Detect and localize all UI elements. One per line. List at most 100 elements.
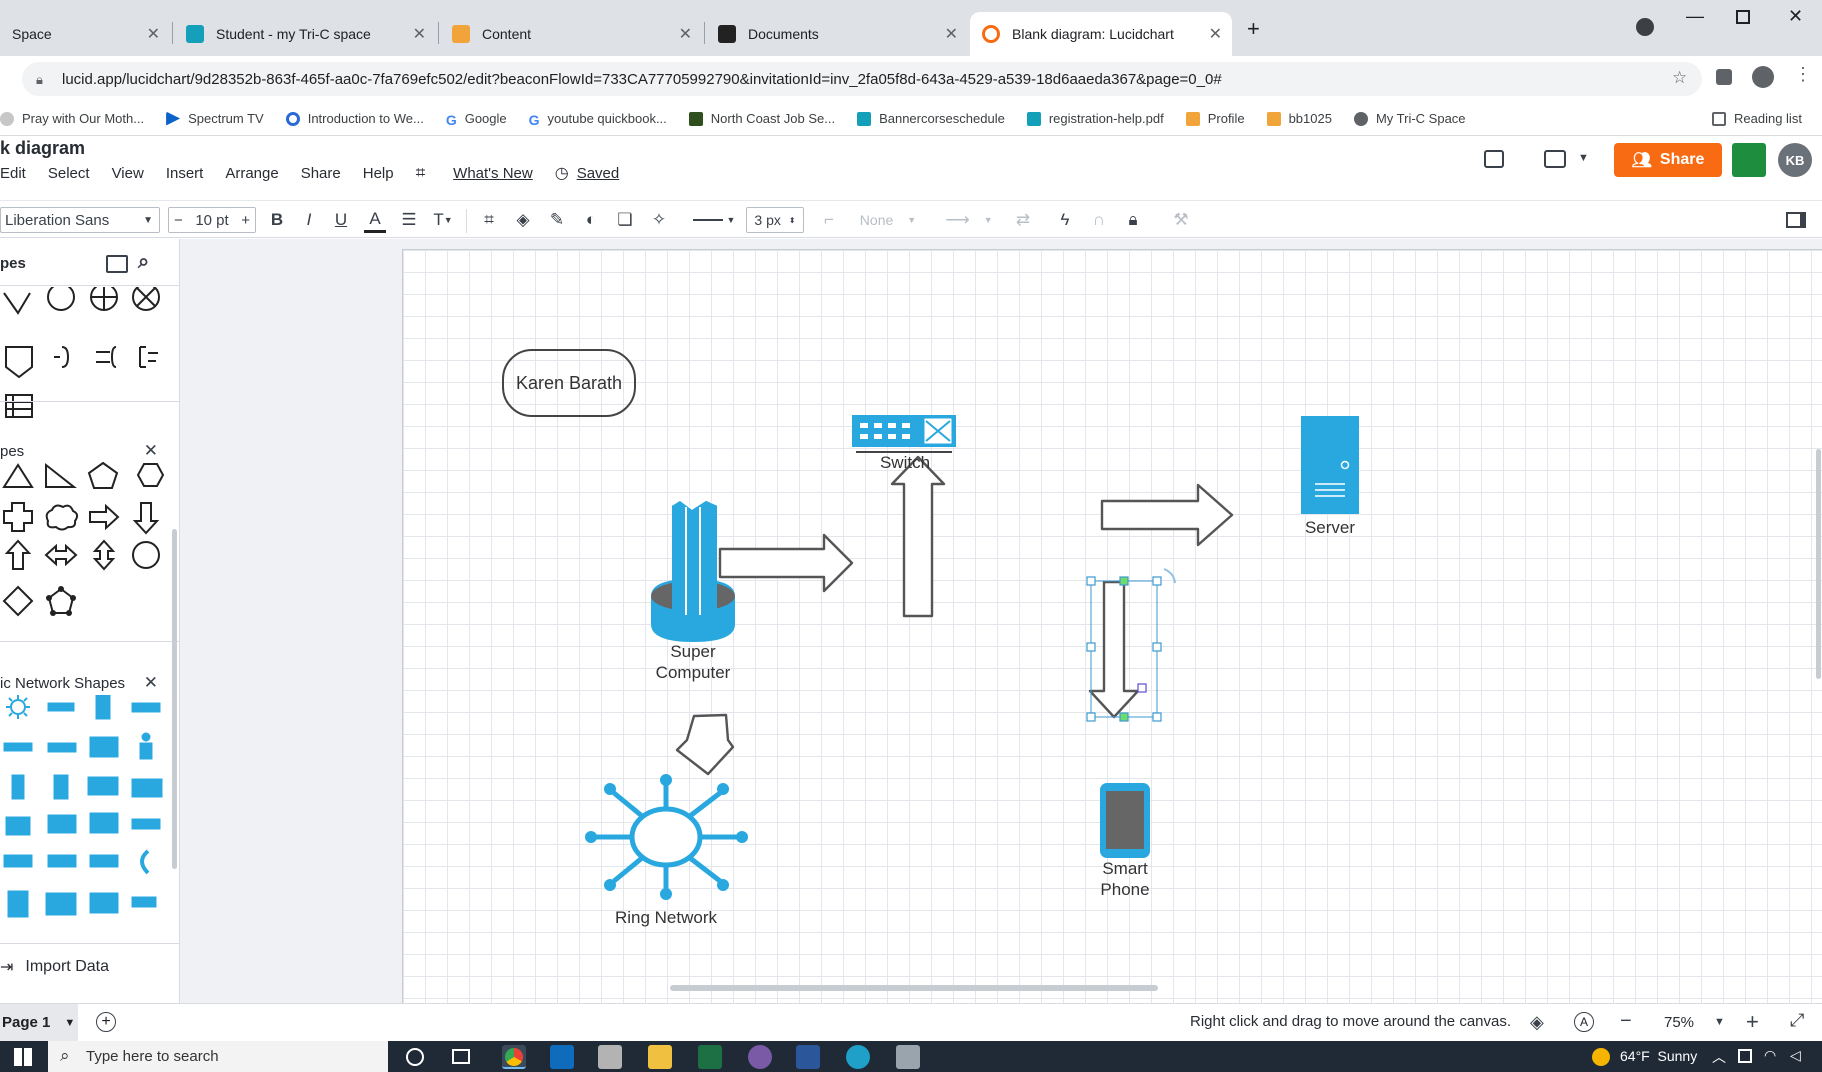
smartphone-shape[interactable]: [1100, 783, 1150, 858]
merge-shape[interactable]: [3, 292, 31, 315]
zoom-in-button[interactable]: +: [1746, 1009, 1759, 1035]
server-shape[interactable]: [95, 695, 111, 720]
lock-icon[interactable]: 🔒︎: [1122, 207, 1144, 233]
menu-select[interactable]: Select: [48, 165, 90, 182]
whats-new-link[interactable]: What's New: [453, 165, 533, 182]
rotate-handle-icon[interactable]: [1163, 568, 1176, 584]
share-button[interactable]: 👥︎ Share: [1614, 143, 1722, 177]
table-shape[interactable]: [5, 394, 33, 418]
connection-handle[interactable]: [1119, 576, 1129, 586]
wifi-icon[interactable]: ◠: [1764, 1047, 1776, 1064]
switch-shape[interactable]: [47, 702, 75, 712]
menu-arrange[interactable]: Arrange: [225, 165, 278, 182]
annotation-shape[interactable]: [139, 346, 158, 368]
layers-icon[interactable]: ◈: [1530, 1012, 1544, 1033]
present-icon[interactable]: [1544, 150, 1566, 168]
tower-shape[interactable]: [53, 774, 69, 800]
document-title[interactable]: k diagram: [0, 138, 85, 159]
bookmark[interactable]: Bannercorseschedule: [857, 111, 1005, 126]
import-data-button[interactable]: ⇥ Import Data: [0, 957, 109, 977]
chrome-taskbar-icon[interactable]: [502, 1045, 526, 1069]
lightning-icon[interactable]: ϟ: [1054, 207, 1076, 233]
taskbar-search[interactable]: ⌕ Type here to search: [48, 1041, 388, 1072]
waypoint-icon[interactable]: ⌐: [818, 207, 840, 233]
image-icon[interactable]: [106, 255, 128, 273]
reading-list[interactable]: Reading list: [1712, 111, 1802, 126]
down-arrow-shape[interactable]: [132, 502, 160, 535]
saved-status[interactable]: Saved: [577, 165, 620, 182]
resize-handle[interactable]: [1086, 576, 1096, 586]
resize-handle[interactable]: [1152, 642, 1162, 652]
magnet-icon[interactable]: ∩: [1088, 207, 1110, 233]
decrease-font-button[interactable]: −: [174, 212, 183, 229]
server-shape[interactable]: [1301, 416, 1359, 514]
rack-shape[interactable]: [3, 854, 33, 868]
zoom-level[interactable]: 75%: [1664, 1014, 1694, 1031]
browser-tab-active[interactable]: Blank diagram: Lucidchart ✕: [970, 12, 1232, 56]
right-triangle-shape[interactable]: [45, 462, 77, 488]
badge-shape[interactable]: [45, 892, 77, 916]
polygon-shape[interactable]: [47, 587, 75, 614]
tablet-shape[interactable]: [7, 890, 29, 918]
menu-view[interactable]: View: [112, 165, 144, 182]
menu-insert[interactable]: Insert: [166, 165, 204, 182]
canvas-area[interactable]: Karen Barath Switch Server Super Compute…: [180, 239, 1822, 1003]
classroom-icon[interactable]: [1732, 143, 1766, 177]
printer-shape[interactable]: [87, 776, 119, 796]
off-page-shape[interactable]: [5, 346, 33, 379]
drive-shape[interactable]: [131, 818, 161, 830]
bookmark[interactable]: Spectrum TV: [166, 111, 264, 126]
arrow-start-select[interactable]: None ▼: [852, 207, 924, 233]
tray-device-icon[interactable]: [1738, 1049, 1752, 1063]
extensions-icon[interactable]: [1716, 69, 1732, 85]
cross-shape[interactable]: [3, 502, 33, 532]
close-tab-icon[interactable]: ✕: [413, 24, 426, 44]
bookmark[interactable]: Gyoutube quickbook...: [529, 111, 667, 128]
zoom-dropdown-icon[interactable]: ▼: [1714, 1016, 1725, 1028]
bridge-shape[interactable]: [89, 854, 119, 868]
router-shape[interactable]: [3, 742, 33, 752]
right-arrow-shape[interactable]: [718, 533, 854, 593]
file-explorer-icon[interactable]: [648, 1045, 672, 1069]
up-arrow-shape[interactable]: [890, 455, 946, 618]
present-dropdown-icon[interactable]: ▼: [1578, 152, 1589, 164]
excel-taskbar-icon[interactable]: [698, 1045, 722, 1069]
style-icon[interactable]: ❏: [612, 207, 638, 233]
opacity-icon[interactable]: ◐: [578, 207, 604, 233]
printer2-shape[interactable]: [47, 814, 77, 834]
wrench-icon[interactable]: ⚒: [1170, 207, 1192, 233]
modem-shape[interactable]: [47, 742, 77, 753]
maximize-icon[interactable]: [1736, 10, 1750, 24]
close-tab-icon[interactable]: ✕: [1209, 24, 1222, 44]
edge-taskbar-icon[interactable]: [846, 1045, 870, 1069]
bookmark[interactable]: G Google: [446, 111, 507, 128]
close-tab-icon[interactable]: ✕: [945, 24, 958, 44]
down-arrow-shape[interactable]: [675, 713, 735, 776]
task-view-icon[interactable]: [452, 1049, 470, 1064]
windows-start-icon[interactable]: [14, 1048, 32, 1066]
weather-status[interactable]: 64°F Sunny: [1620, 1048, 1697, 1064]
close-section-icon[interactable]: ✕: [144, 673, 158, 693]
brace-note-shape[interactable]: [96, 346, 117, 368]
up-arrow-shape[interactable]: [4, 539, 32, 570]
bookmark[interactable]: bb1025: [1266, 111, 1332, 126]
panel-toggle-icon[interactable]: [1784, 207, 1808, 233]
right-arrow-shape[interactable]: [89, 503, 120, 531]
add-page-icon[interactable]: +: [96, 1012, 116, 1032]
lock-icon[interactable]: 🔒︎: [36, 72, 50, 87]
star-icon[interactable]: ☆: [1672, 68, 1687, 88]
increase-font-button[interactable]: +: [241, 212, 250, 229]
tab-search-icon[interactable]: [1636, 18, 1654, 36]
comments-icon[interactable]: [1484, 150, 1504, 168]
search-icon[interactable]: ⌕: [138, 251, 149, 274]
swap-arrows-icon[interactable]: ⇄: [1012, 207, 1034, 233]
fax-shape[interactable]: [5, 816, 31, 836]
triangle-shape[interactable]: [2, 463, 34, 488]
magic-wand-icon[interactable]: ✧: [646, 207, 672, 233]
volume-icon[interactable]: ◁: [1790, 1047, 1801, 1064]
patch-panel-shape[interactable]: [47, 854, 77, 868]
browser-tab[interactable]: Space ✕: [0, 12, 170, 56]
minimize-icon[interactable]: —: [1686, 6, 1704, 27]
resize-handle[interactable]: [1152, 576, 1162, 586]
vertical-scrollbar[interactable]: [1816, 449, 1821, 679]
